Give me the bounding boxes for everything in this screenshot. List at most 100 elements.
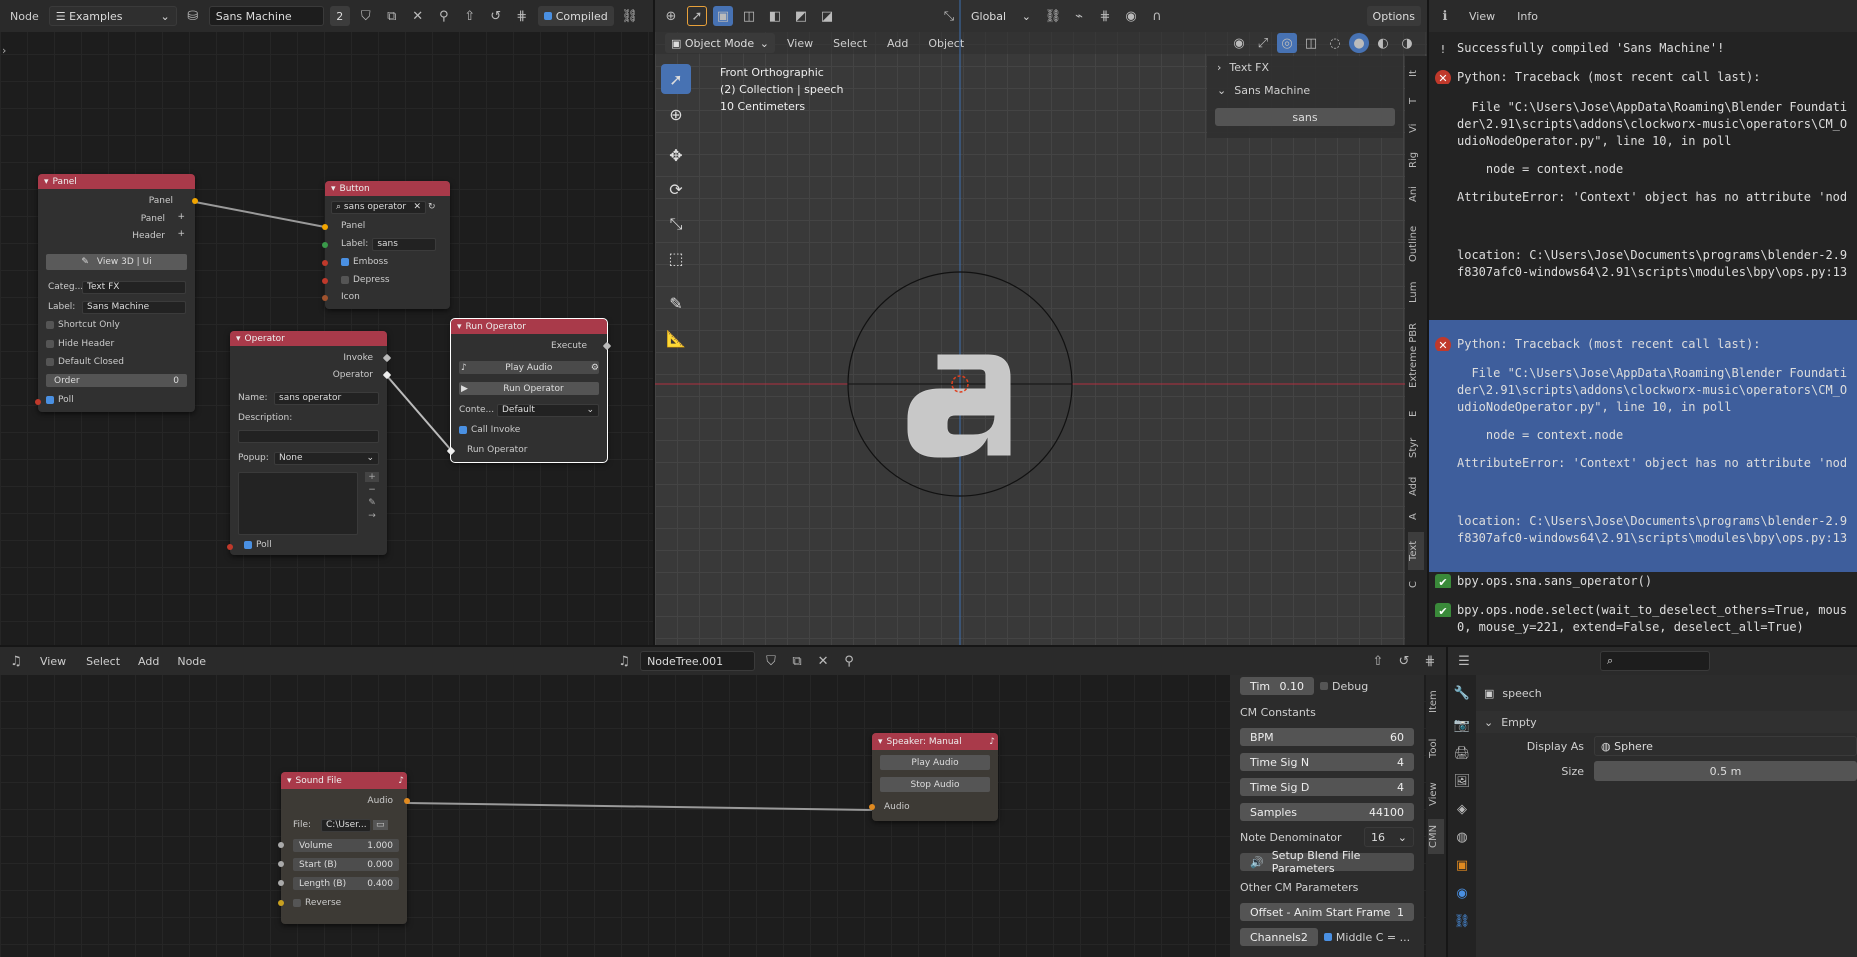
audio-output-socket[interactable] (404, 798, 410, 804)
audio-sidebar-tab-2[interactable]: View (1428, 773, 1444, 815)
description-list[interactable] (238, 472, 358, 535)
time-sig-d-field[interactable]: Time Sig D 4 (1240, 778, 1414, 796)
output-tab-icon[interactable]: 🖨 (1452, 743, 1472, 763)
move-tool-icon[interactable]: ✥ (661, 140, 691, 170)
rotate-tool-icon[interactable]: ⟳ (661, 174, 691, 204)
call-invoke-checkbox[interactable]: Call Invoke (451, 423, 607, 437)
node-editor-top[interactable]: Node ☰ Examples ⌄ ⛁ Sans Machine 2 ⛉ ⧉ ✕ … (0, 0, 653, 645)
collapse-icon[interactable]: ▾ (44, 177, 49, 187)
popup-select[interactable]: None ⌄ (274, 451, 379, 465)
volume-field[interactable]: Volume 1.000 (293, 839, 399, 852)
poll-checkbox[interactable]: Poll (38, 393, 195, 407)
operator-node[interactable]: ▾ Operator Invoke Operator Name: sans oper… (227, 331, 392, 555)
icon-socket[interactable] (322, 295, 328, 301)
audio-input-socket[interactable] (869, 804, 875, 810)
render-tab-icon[interactable]: 📷 (1452, 715, 1472, 735)
scene-tab-icon[interactable]: ◈ (1452, 799, 1472, 819)
file-field[interactable]: C:\User... (321, 818, 371, 832)
sidebar-tab-3[interactable]: Rig (1408, 144, 1424, 175)
info-line[interactable]: ✕ Python: Traceback (most recent call las… (1429, 70, 1857, 84)
empty-panel-header[interactable]: ⌄ Empty (1476, 711, 1857, 733)
sidebar-tab-6[interactable]: Lum (1408, 277, 1424, 308)
middle-c-checkbox[interactable]: Middle C = ... (1323, 931, 1410, 944)
length-field[interactable]: Length (B) 0.400 (293, 877, 399, 890)
info-line[interactable]: File "C:\Users\Jose\AppData\Roaming\Blen… (1429, 366, 1857, 380)
annotate-tool-icon[interactable]: ✎ (661, 288, 691, 318)
sidebar-tab-1[interactable]: T (1408, 90, 1424, 112)
snap-icon[interactable]: ↺ (1394, 651, 1414, 671)
output-socket[interactable] (192, 198, 198, 204)
collapse-icon[interactable]: ▾ (331, 184, 336, 194)
add-icon[interactable]: + (365, 472, 379, 482)
constraints-tab-icon[interactable]: ⛓ (1452, 911, 1472, 931)
reverse-socket[interactable] (278, 900, 284, 906)
button-node[interactable]: ▾ Button ⌕ sans operator ✕ ↻ Panel Label: sa… (322, 181, 450, 309)
scale-tool-icon[interactable]: ⤡ (661, 209, 691, 239)
emboss-socket[interactable] (322, 260, 328, 266)
remove-icon[interactable]: − (365, 485, 379, 495)
sans-machine-panel-header[interactable]: ⌄ Sans Machine (1207, 78, 1403, 102)
start-field[interactable]: Start (B) 0.000 (293, 858, 399, 871)
info-editor[interactable]: ℹ View Info ! Successfully compiled 'Sans… (1429, 0, 1857, 645)
shortcut-only-checkbox[interactable]: Shortcut Only (38, 318, 195, 332)
audio-sidebar-tab-3[interactable]: CMN (1428, 819, 1444, 854)
collapse-icon[interactable]: ▾ (878, 737, 883, 747)
clear-icon[interactable]: ✕ (413, 202, 421, 212)
edit-icon[interactable]: ✎ (365, 498, 379, 508)
info-line[interactable]: ✕ Python: Traceback (most recent call las… (1429, 337, 1857, 351)
sidebar-tab-2[interactable]: Vi (1408, 116, 1424, 140)
run-operator-node[interactable]: ▾ Run Operator Execute ♪ Play Audio ⚙ ▶ Run … (446, 318, 612, 463)
sidebar-tab-8[interactable]: E (1408, 403, 1424, 425)
bpm-field[interactable]: BPM 60 (1240, 728, 1414, 746)
sidebar-tab-0[interactable]: It (1408, 62, 1424, 86)
info-line[interactable]: ✔ bpy.ops.sna.sans_operator() (1429, 574, 1857, 588)
object-tab-icon[interactable]: ▣ (1452, 855, 1472, 875)
emboss-checkbox[interactable]: Emboss (325, 255, 450, 269)
add-icon[interactable]: + (177, 212, 185, 222)
sidebar-tab-13[interactable]: C (1408, 574, 1424, 596)
info-line[interactable]: AttributeError: 'Context' object has no … (1429, 456, 1857, 470)
description-field[interactable] (238, 430, 379, 443)
stop-audio-button[interactable]: Stop Audio (880, 777, 990, 792)
volume-socket[interactable] (278, 842, 284, 848)
display-as-select[interactable]: ◍ Sphere (1594, 736, 1857, 756)
operator-search-field[interactable]: ⌕ sans operator ✕ (331, 200, 426, 214)
channels-field[interactable]: Channels 2 (1240, 928, 1318, 946)
arrow-right-icon[interactable]: → (365, 511, 379, 521)
info-line[interactable]: ! Successfully compiled 'Sans Machine'! (1429, 41, 1857, 55)
offset-field[interactable]: Offset - Anim Start Frame 1 (1240, 903, 1414, 921)
properties-editor[interactable]: ☰ ⌕ 🔧 📷 🖨 🖼 ◈ ◍ ▣ ◉ ⛓ ▣ speech ⌄ Empty Dis… (1448, 647, 1857, 957)
info-line[interactable]: 0, mouse_y=221, extend=False, deselect_a… (1429, 620, 1857, 634)
info-line[interactable]: ✔ bpy.ops.node.select(wait_to_deselect_ot… (1429, 603, 1857, 617)
info-line[interactable]: File "C:\Users\Jose\AppData\Roaming\Blen… (1429, 100, 1857, 114)
sidebar-tab-11[interactable]: A (1408, 506, 1424, 528)
info-line[interactable]: node = context.node (1429, 428, 1857, 442)
label-field[interactable]: Sans Machine (82, 300, 186, 314)
grid-snap-icon[interactable]: ⋕ (1420, 651, 1440, 671)
info-line[interactable]: location: C:\Users\Jose\Documents\progra… (1429, 248, 1857, 262)
sound-file-node[interactable]: ▾ Sound File ♪ Audio File: C:\User... ▭ Volu… (278, 772, 410, 924)
world-tab-icon[interactable]: ◍ (1452, 827, 1472, 847)
properties-search-input[interactable]: ⌕ (1600, 651, 1710, 671)
audio-sidebar-tab-1[interactable]: Tool (1428, 727, 1444, 769)
run-operator-button[interactable]: ▶ Run Operator (459, 382, 599, 395)
depress-checkbox[interactable]: Depress (325, 273, 450, 287)
node-editor-bottom[interactable]: ♫ View Select Add Node ♫ NodeTree.001 ⛉ … (0, 647, 1446, 957)
sidebar-tab-12[interactable]: Text (1408, 532, 1424, 570)
audio-sidebar-tab-0[interactable]: Item (1428, 681, 1444, 723)
debug-checkbox[interactable]: Debug (1320, 680, 1368, 693)
info-line[interactable]: udioNodeOperator.py", line 10, in poll (1429, 134, 1857, 148)
order-field[interactable]: Order 0 (46, 374, 187, 387)
info-line[interactable]: der\2.91\scripts\addons\clockworx-music\… (1429, 383, 1857, 397)
sidebar-tab-7[interactable]: Extreme PBR (1408, 312, 1424, 399)
speaker-node[interactable]: ▾ Speaker: Manual ♪ Play Audio Stop Audio … (869, 733, 998, 821)
tim-field[interactable]: Tim 0.10 (1240, 677, 1314, 695)
time-sig-n-field[interactable]: Time Sig N 4 (1240, 753, 1414, 771)
tool-tab-icon[interactable]: 🔧 (1452, 683, 1472, 703)
collapse-icon[interactable]: ▾ (287, 776, 292, 786)
folder-icon[interactable]: ▭ (373, 820, 388, 830)
name-field[interactable]: sans operator (274, 391, 379, 405)
poll-checkbox[interactable]: Poll (230, 538, 387, 552)
collapse-icon[interactable]: ▾ (457, 322, 462, 332)
info-line[interactable]: f8307afc0-windows64\2.91\scripts\modules… (1429, 531, 1857, 545)
